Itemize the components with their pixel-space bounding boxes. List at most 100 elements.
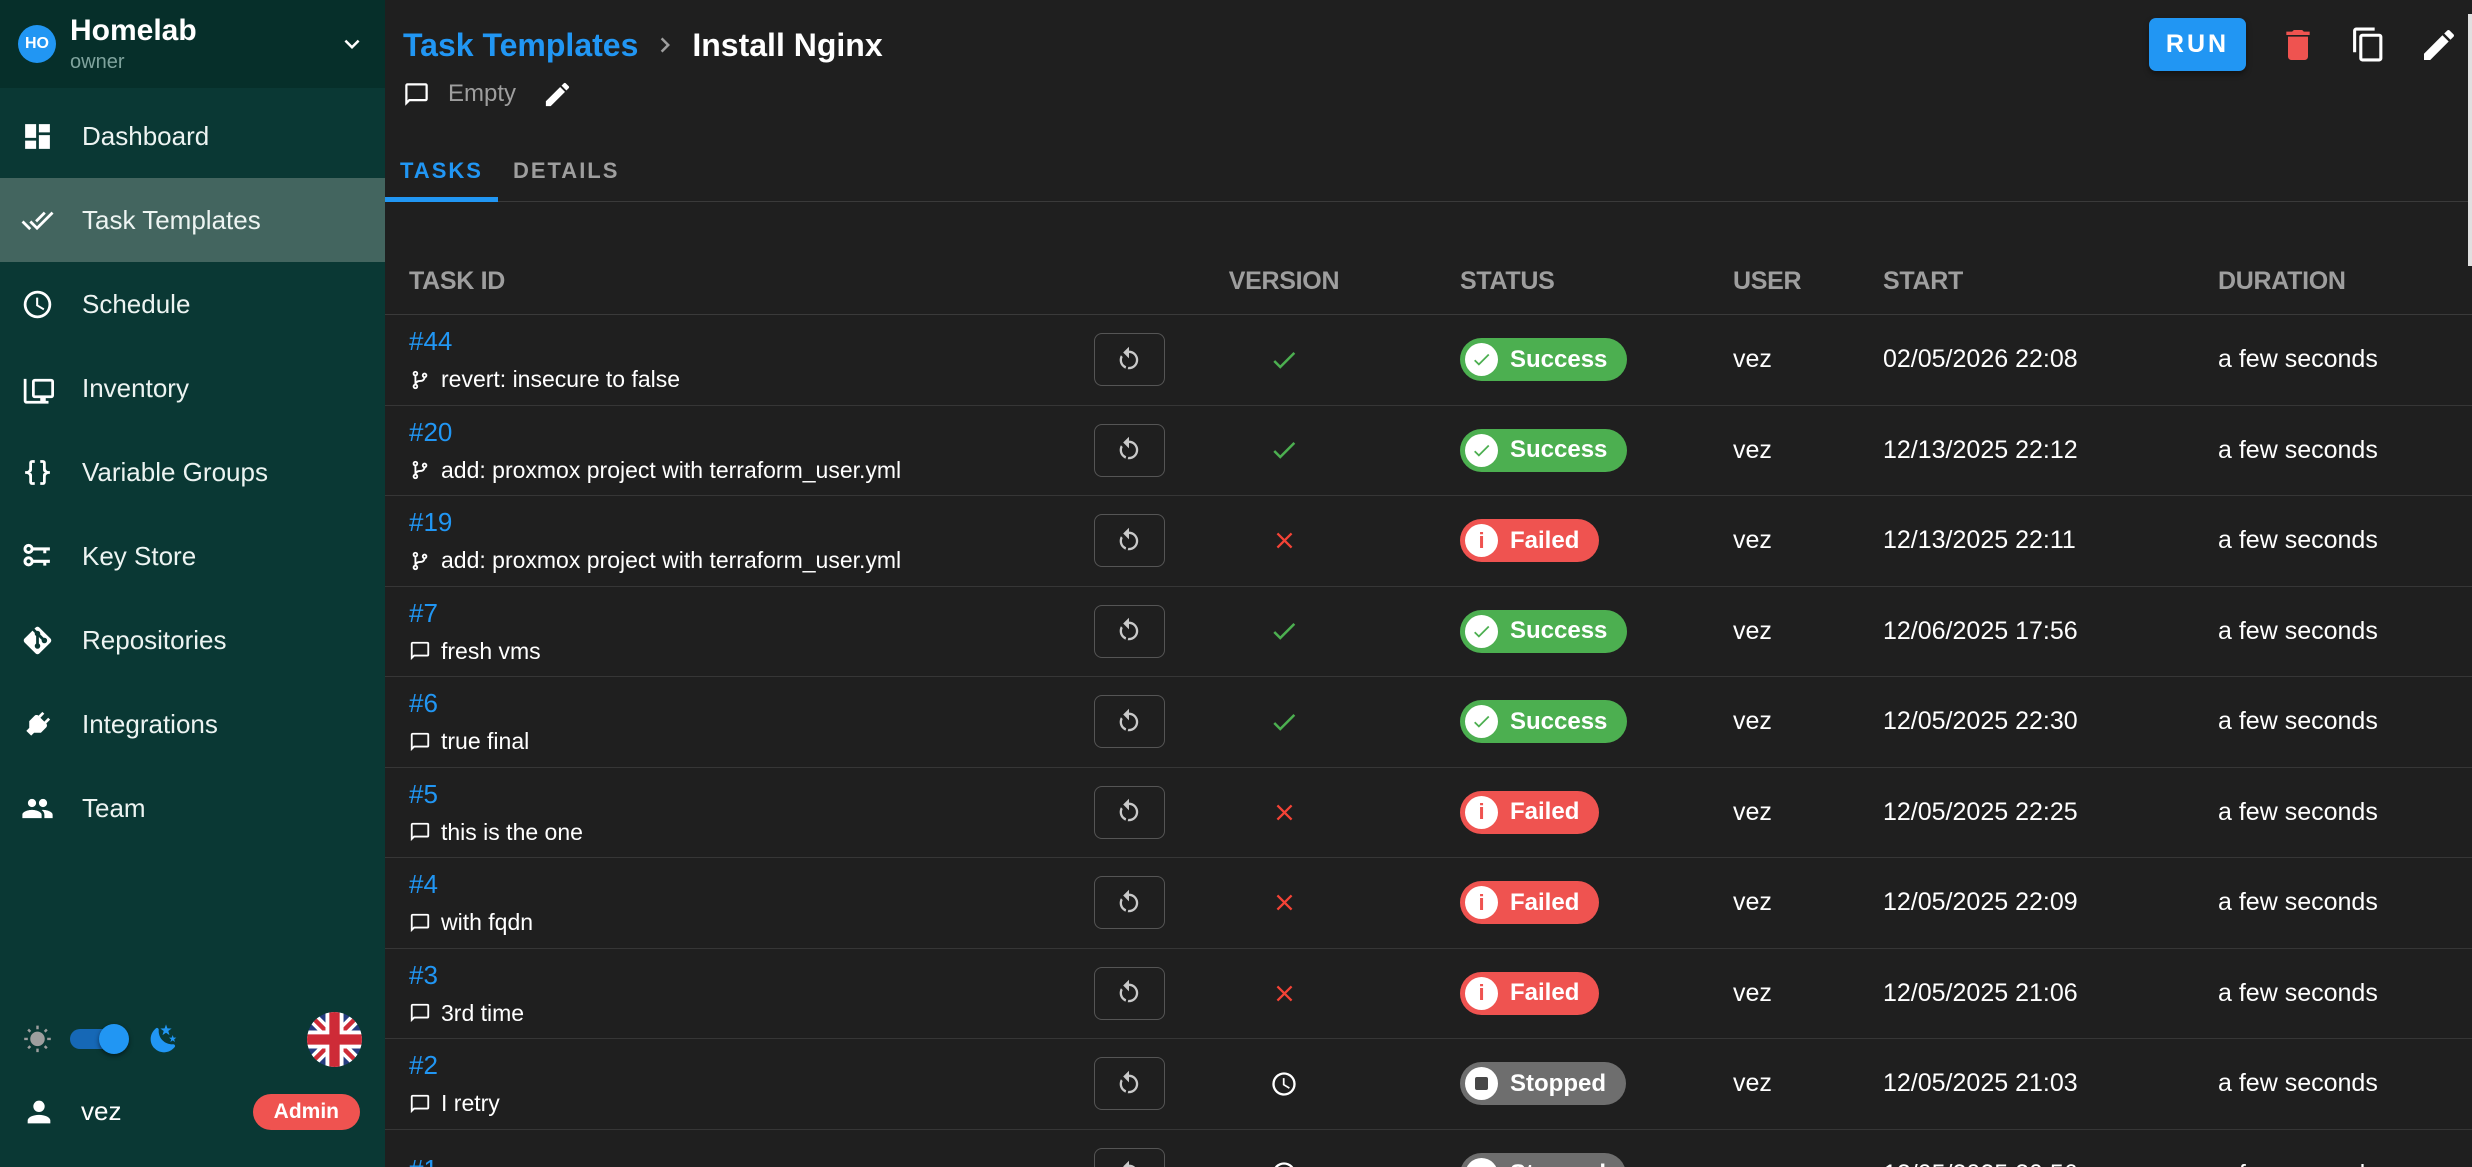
braces-icon: [19, 454, 55, 490]
commit-icon: [409, 459, 431, 481]
rerun-button[interactable]: [1094, 876, 1165, 929]
rerun-button[interactable]: [1094, 605, 1165, 658]
duration-cell: a few seconds: [2218, 798, 2472, 827]
chevron-down-icon[interactable]: [337, 29, 367, 59]
language-flag-uk[interactable]: [307, 1012, 362, 1067]
task-message: with fqdn: [409, 909, 1049, 936]
delete-icon[interactable]: [2278, 25, 2318, 65]
task-id-link[interactable]: #2: [409, 1050, 438, 1081]
rerun-button[interactable]: [1094, 967, 1165, 1020]
table-row: #7 fresh vms Success: [385, 587, 2472, 678]
table-row: #19 add: proxmox project with terraform_…: [385, 496, 2472, 587]
status-label: Success: [1510, 617, 1607, 645]
task-message: 3rd time: [409, 1000, 1049, 1027]
edit-description-icon[interactable]: [542, 79, 573, 110]
task-id-link[interactable]: #3: [409, 960, 438, 991]
sidebar-item-inventory[interactable]: Inventory: [0, 346, 385, 430]
copy-icon[interactable]: [2350, 26, 2387, 63]
rerun-cell: [1049, 514, 1209, 567]
sidebar-item-dashboard[interactable]: Dashboard: [0, 94, 385, 178]
version-cell: [1209, 889, 1359, 916]
task-id-link[interactable]: #1: [409, 1154, 438, 1167]
task-id-link[interactable]: #5: [409, 779, 438, 810]
rerun-button[interactable]: [1094, 1148, 1165, 1167]
task-id-link[interactable]: #19: [409, 507, 452, 538]
sidebar-item-integrations[interactable]: Integrations: [0, 682, 385, 766]
sidebar-item-repositories[interactable]: Repositories: [0, 598, 385, 682]
version-fail-icon: [1271, 889, 1298, 916]
task-duration: a few seconds: [2218, 707, 2378, 735]
rerun-button[interactable]: [1094, 333, 1165, 386]
task-cell: #4 with fqdn: [385, 869, 1049, 936]
start-cell: 12/13/2025 22:12: [1883, 436, 2218, 465]
version-cell: [1209, 345, 1359, 375]
task-id-link[interactable]: #4: [409, 869, 438, 900]
restart-icon: [1115, 527, 1143, 555]
sidebar-menu: Dashboard Task Templates Schedule Invent…: [0, 88, 385, 850]
sidebar-item-team[interactable]: Team: [0, 766, 385, 850]
column-task-id: TASK ID: [385, 267, 1049, 296]
version-cell: [1209, 1070, 1359, 1098]
task-duration: a few seconds: [2218, 1160, 2378, 1167]
restart-icon: [1115, 979, 1143, 1007]
start-cell: 12/05/2025 20:56: [1883, 1160, 2218, 1167]
status-label: Success: [1510, 346, 1607, 374]
rerun-cell: [1049, 695, 1209, 748]
user-name: vez: [81, 1096, 121, 1127]
sidebar-item-label: Task Templates: [82, 205, 261, 236]
task-start: 12/05/2025 22:30: [1883, 707, 2078, 735]
task-cell: #44 revert: insecure to false: [385, 326, 1049, 393]
status-label: Stopped: [1510, 1070, 1606, 1098]
task-message-text: revert: insecure to false: [441, 366, 680, 393]
sidebar-item-task-templates[interactable]: Task Templates: [0, 178, 385, 262]
sidebar-item-key-store[interactable]: Key Store: [0, 514, 385, 598]
scrollbar[interactable]: [2468, 14, 2472, 266]
status-cell: i Failed: [1359, 519, 1733, 562]
moon-icon: [148, 1023, 180, 1055]
info-icon: i: [1478, 799, 1484, 825]
rerun-button[interactable]: [1094, 1057, 1165, 1110]
breadcrumb-parent-link[interactable]: Task Templates: [403, 27, 638, 64]
tab-tasks[interactable]: TASKS: [385, 140, 498, 201]
user-cell: vez: [1733, 1069, 1883, 1098]
rerun-button[interactable]: [1094, 424, 1165, 477]
duration-cell: a few seconds: [2218, 979, 2472, 1008]
task-id-link[interactable]: #7: [409, 598, 438, 629]
sidebar-item-variable-groups[interactable]: Variable Groups: [0, 430, 385, 514]
monitor-icon: [19, 370, 55, 406]
theme-toggle[interactable]: [70, 1024, 128, 1054]
status-label: Failed: [1510, 889, 1579, 917]
rerun-cell: [1049, 424, 1209, 477]
tab-details[interactable]: DETAILS: [498, 140, 634, 201]
status-badge: i Failed: [1460, 791, 1599, 834]
version-cell: [1209, 1160, 1359, 1167]
status-icon: [1465, 705, 1498, 738]
status-label: Failed: [1510, 798, 1579, 826]
rerun-button[interactable]: [1094, 695, 1165, 748]
user-panel[interactable]: vez Admin: [0, 1070, 385, 1167]
info-icon: i: [1478, 528, 1484, 554]
rerun-button[interactable]: [1094, 786, 1165, 839]
status-cell: i Failed: [1359, 791, 1733, 834]
task-id-link[interactable]: #20: [409, 417, 452, 448]
task-duration: a few seconds: [2218, 436, 2378, 464]
sidebar-item-schedule[interactable]: Schedule: [0, 262, 385, 346]
edit-icon[interactable]: [2419, 25, 2459, 65]
task-duration: a few seconds: [2218, 798, 2378, 826]
restart-icon: [1115, 889, 1143, 917]
task-id-link[interactable]: #6: [409, 688, 438, 719]
project-switcher[interactable]: HO Homelab owner: [0, 0, 385, 88]
status-cell: Stopped: [1359, 1062, 1733, 1105]
task-cell: #3 3rd time: [385, 960, 1049, 1027]
check-icon: [1471, 711, 1492, 732]
rerun-button[interactable]: [1094, 514, 1165, 567]
theme-toggle-thumb[interactable]: [99, 1024, 129, 1054]
run-button[interactable]: RUN: [2149, 18, 2246, 71]
table-row: #3 3rd time i Failed: [385, 949, 2472, 1040]
status-badge: i Failed: [1460, 519, 1599, 562]
task-message-text: fresh vms: [441, 638, 541, 665]
task-message-text: with fqdn: [441, 909, 533, 936]
status-cell: Success: [1359, 700, 1733, 743]
status-badge: Stopped: [1460, 1153, 1626, 1167]
task-id-link[interactable]: #44: [409, 326, 452, 357]
